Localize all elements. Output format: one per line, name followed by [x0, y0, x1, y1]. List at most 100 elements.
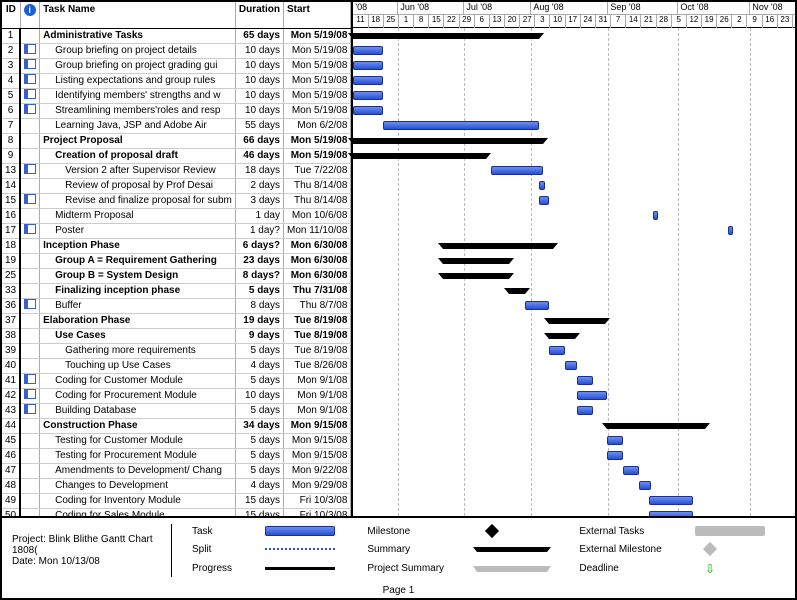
task-bar[interactable]: [491, 166, 543, 175]
col-start[interactable]: Start: [284, 2, 351, 28]
table-row[interactable]: 38Use Cases9 daysTue 8/19/08: [2, 328, 351, 343]
summary-bar[interactable]: [353, 33, 539, 39]
table-row[interactable]: 39Gathering more requirements5 daysTue 8…: [2, 343, 351, 358]
table-row[interactable]: 16Midterm Proposal1 dayMon 10/6/08: [2, 208, 351, 223]
table-row[interactable]: 13Version 2 after Supervisor Review18 da…: [2, 163, 351, 178]
summary-bar[interactable]: [443, 273, 509, 279]
table-row[interactable]: 37Elaboration Phase19 daysTue 8/19/08: [2, 313, 351, 328]
row-task-name: Administrative Tasks: [40, 28, 236, 43]
note-icon: [24, 89, 36, 99]
table-row[interactable]: 36Buffer8 daysThu 8/7/08: [2, 298, 351, 313]
project-date: Date: Mon 10/13/08: [12, 556, 165, 567]
table-row[interactable]: 41Coding for Customer Module5 daysMon 9/…: [2, 373, 351, 388]
summary-bar[interactable]: [443, 258, 509, 264]
table-row[interactable]: 14Review of proposal by Prof Desai2 days…: [2, 178, 351, 193]
task-bar[interactable]: [539, 196, 549, 205]
row-duration: 5 days: [235, 403, 283, 418]
day-label: 30: [793, 15, 795, 28]
table-row[interactable]: 44Construction Phase34 daysMon 9/15/08: [2, 418, 351, 433]
legend-summary-label: Summary: [367, 544, 465, 555]
task-bar[interactable]: [353, 76, 383, 85]
task-bar[interactable]: [607, 451, 623, 460]
summary-bar[interactable]: [509, 288, 525, 294]
summary-bar[interactable]: [549, 318, 605, 324]
table-row[interactable]: 6Streamlining members'roles and resp10 d…: [2, 103, 351, 118]
table-row[interactable]: 7Learning Java, JSP and Adobe Air55 days…: [2, 118, 351, 133]
note-icon: [24, 389, 36, 399]
table-row[interactable]: 50Coding for Sales Module15 daysFri 10/3…: [2, 508, 351, 516]
row-start: Mon 5/19/08: [284, 148, 351, 163]
table-row[interactable]: 15Revise and finalize proposal for subm3…: [2, 193, 351, 208]
task-bar[interactable]: [607, 436, 623, 445]
table-row[interactable]: 3Group briefing on project grading gui10…: [2, 58, 351, 73]
table-row[interactable]: 33Finalizing inception phase5 daysThu 7/…: [2, 283, 351, 298]
day-label: 20: [505, 15, 520, 28]
task-bar[interactable]: [649, 496, 693, 505]
table-row[interactable]: 5Identifying members' strengths and w10 …: [2, 88, 351, 103]
task-bar[interactable]: [539, 181, 545, 190]
table-row[interactable]: 18Inception Phase6 days?Mon 6/30/08: [2, 238, 351, 253]
table-row[interactable]: 42Coding for Procurement Module10 daysMo…: [2, 388, 351, 403]
table-row[interactable]: 43Building Database5 daysMon 9/1/08: [2, 403, 351, 418]
table-row[interactable]: 45Testing for Customer Module5 daysMon 9…: [2, 433, 351, 448]
month-label: Sep '08: [608, 2, 678, 14]
row-id: 41: [2, 373, 20, 388]
day-label: 28: [657, 15, 672, 28]
task-bar[interactable]: [649, 511, 693, 516]
row-id: 40: [2, 358, 20, 373]
task-bar[interactable]: [353, 106, 383, 115]
day-label: 17: [566, 15, 581, 28]
task-bar[interactable]: [577, 391, 607, 400]
row-indicator: [20, 478, 40, 493]
table-row[interactable]: 25Group B = System Design8 days?Mon 6/30…: [2, 268, 351, 283]
task-bar[interactable]: [623, 466, 639, 475]
table-row[interactable]: 9Creation of proposal draft46 daysMon 5/…: [2, 148, 351, 163]
table-row[interactable]: 1Administrative Tasks65 daysMon 5/19/08: [2, 28, 351, 43]
task-bar[interactable]: [577, 376, 593, 385]
summary-bar[interactable]: [353, 153, 486, 159]
summary-bar[interactable]: [549, 333, 575, 339]
row-id: 48: [2, 478, 20, 493]
row-start: Mon 6/2/08: [284, 118, 351, 133]
row-duration: 5 days: [235, 433, 283, 448]
table-row[interactable]: 49Coding for Inventory Module15 daysFri …: [2, 493, 351, 508]
task-bar[interactable]: [639, 481, 651, 490]
table-row[interactable]: 40Touching up Use Cases4 daysTue 8/26/08: [2, 358, 351, 373]
day-label: 1: [399, 15, 414, 28]
task-bar[interactable]: [383, 121, 539, 130]
table-row[interactable]: 46Testing for Procurement Module5 daysMo…: [2, 448, 351, 463]
col-task-name[interactable]: Task Name: [40, 2, 236, 28]
table-row[interactable]: 4Listing expectations and group rules10 …: [2, 73, 351, 88]
col-indicator[interactable]: i: [20, 2, 40, 28]
task-bar[interactable]: [353, 61, 383, 70]
gantt-chart-body[interactable]: [353, 28, 795, 516]
table-row[interactable]: 17Poster1 day?Mon 11/10/08: [2, 223, 351, 238]
summary-bar[interactable]: [607, 423, 705, 429]
row-duration: 1 day?: [235, 223, 283, 238]
row-start: Mon 9/1/08: [284, 388, 351, 403]
task-bar[interactable]: [549, 346, 565, 355]
summary-bar[interactable]: [353, 138, 543, 144]
table-row[interactable]: 47Amendments to Development/ Chang5 days…: [2, 463, 351, 478]
task-bar[interactable]: [565, 361, 577, 370]
row-id: 17: [2, 223, 20, 238]
row-task-name: Touching up Use Cases: [40, 358, 236, 373]
legend-task-label: Task: [192, 526, 253, 537]
summary-bar[interactable]: [443, 243, 553, 249]
row-task-name: Poster: [40, 223, 236, 238]
row-indicator: [20, 343, 40, 358]
col-duration[interactable]: Duration: [235, 2, 283, 28]
table-row[interactable]: 2Group briefing on project details10 day…: [2, 43, 351, 58]
table-row[interactable]: 48Changes to Development4 daysMon 9/29/0…: [2, 478, 351, 493]
task-bar[interactable]: [525, 301, 549, 310]
task-bar[interactable]: [353, 91, 383, 100]
legend-deadline-label: Deadline: [579, 563, 683, 574]
task-bar[interactable]: [577, 406, 593, 415]
task-bar[interactable]: [353, 46, 383, 55]
row-id: 7: [2, 118, 20, 133]
col-id[interactable]: ID: [2, 2, 20, 28]
table-row[interactable]: 19Group A = Requirement Gathering23 days…: [2, 253, 351, 268]
task-bar[interactable]: [728, 226, 733, 235]
task-bar[interactable]: [653, 211, 658, 220]
table-row[interactable]: 8Project Proposal66 daysMon 5/19/08: [2, 133, 351, 148]
